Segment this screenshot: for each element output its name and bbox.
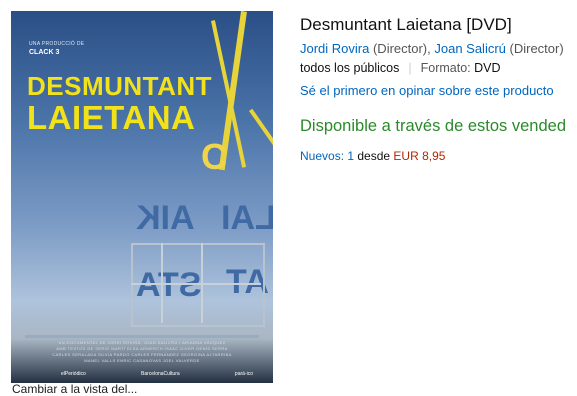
sellers-link[interactable]: estos vended <box>468 117 566 135</box>
offers-from-text: desde <box>354 149 394 163</box>
sign-letters: AIK <box>136 199 195 237</box>
crane-arm <box>249 108 273 202</box>
credits-divider <box>25 335 259 338</box>
product-title: Desmuntant Laietana [DVD] <box>300 15 512 34</box>
audience-rating: todos los públicos <box>300 61 400 75</box>
poster-title-line1: DESMUNTANT <box>27 71 213 101</box>
product-cover-image[interactable]: C AIK LAI STA AT UNA PRODUCCIÓ DE CLACK … <box>11 11 273 383</box>
sign-letters: LAI <box>221 199 273 237</box>
poster-credits: UN DOCUMENTAL DE JORDI ROVIRA, JOAN SALI… <box>25 333 259 364</box>
credits-line: MANEL VALLS ENRIC CASANOVAS JOEL VALVERD… <box>84 358 200 363</box>
poster-title: DESMUNTANT LAIETANA <box>27 73 212 134</box>
poster-producer-logo: CLACK 3 <box>29 49 60 56</box>
poster-producer-line: UNA PRODUCCIÓ DE <box>29 41 85 47</box>
author-link-jordi-rovira[interactable]: Jordi Rovira <box>300 41 369 56</box>
product-meta: todos los públicos | Formato: DVD <box>300 61 501 75</box>
offer-price: EUR 8,95 <box>393 149 446 163</box>
first-review-link[interactable]: Sé el primero en opinar sobre este produ… <box>300 83 554 98</box>
offers-summary: Nuevos: 1 desde EUR 8,95 <box>300 149 445 163</box>
sponsor-logo: elPeriódico <box>61 371 86 377</box>
author-role: (Director) <box>505 41 564 56</box>
format-value: DVD <box>474 61 501 75</box>
sponsor-logo: BarcelonaCultura <box>141 371 180 377</box>
author-role: (Director), <box>369 41 435 56</box>
poster-sponsor-logos: elPeriódico BarcelonaCultura pará-ico <box>61 371 253 377</box>
scaffold <box>131 243 265 327</box>
view-change-caption[interactable]: Cambiar a la vista del... <box>12 382 137 396</box>
product-authors: Jordi Rovira (Director), Joan Salicrú (D… <box>300 41 564 56</box>
author-link-joan-salicru[interactable]: Joan Salicrú <box>434 41 506 56</box>
availability-prefix: Disponible a través de <box>300 117 468 135</box>
meta-separator: | <box>408 61 412 75</box>
format-label: Formato: <box>420 61 475 75</box>
hanging-letter: C <box>201 136 227 177</box>
new-offers-label[interactable]: Nuevos: <box>300 149 347 163</box>
sponsor-logo: pará-ico <box>234 371 253 377</box>
scaffold <box>131 283 261 285</box>
poster-title-line2: LAIETANA <box>27 99 196 136</box>
availability-message: Disponible a través de estos vended <box>300 117 566 136</box>
